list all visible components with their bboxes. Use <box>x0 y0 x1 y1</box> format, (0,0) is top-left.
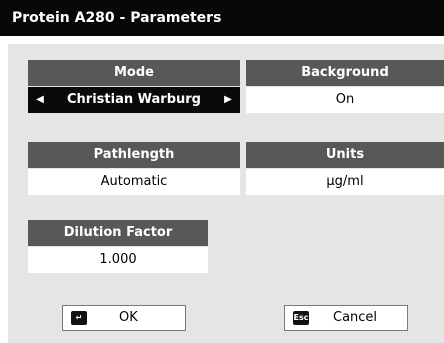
parameters-screen: Protein A280 - Parameters Mode ◀ Christi… <box>0 0 444 343</box>
dilution-factor-field[interactable]: Dilution Factor 1.000 <box>28 220 208 273</box>
units-label: Units <box>246 142 444 168</box>
arrow-left-icon[interactable]: ◀ <box>32 87 48 113</box>
mode-label: Mode <box>28 60 240 86</box>
units-field[interactable]: Units µg/ml <box>246 142 444 195</box>
ok-button-label: OK <box>119 310 138 325</box>
pathlength-value[interactable]: Automatic <box>28 169 240 195</box>
title-bar: Protein A280 - Parameters <box>0 0 444 36</box>
cancel-button-label: Cancel <box>333 310 378 325</box>
pathlength-label: Pathlength <box>28 142 240 168</box>
background-field[interactable]: Background On <box>246 60 444 113</box>
background-label: Background <box>246 60 444 86</box>
arrow-right-icon[interactable]: ▶ <box>220 87 236 113</box>
mode-selector[interactable]: ◀ Christian Warburg ▶ <box>28 87 240 113</box>
dilution-factor-value[interactable]: 1.000 <box>28 247 208 273</box>
window-title: Protein A280 - Parameters <box>12 10 222 26</box>
dilution-factor-label: Dilution Factor <box>28 220 208 246</box>
pathlength-field[interactable]: Pathlength Automatic <box>28 142 240 195</box>
parameters-panel: Mode ◀ Christian Warburg ▶ Background On… <box>8 44 444 343</box>
units-value[interactable]: µg/ml <box>246 169 444 195</box>
esc-key-icon: Esc <box>293 311 309 325</box>
mode-value: Christian Warburg <box>67 92 201 107</box>
enter-key-icon: ↵ <box>71 311 87 325</box>
cancel-button[interactable]: Esc Cancel <box>284 305 408 331</box>
background-value[interactable]: On <box>246 87 444 113</box>
mode-field[interactable]: Mode ◀ Christian Warburg ▶ <box>28 60 240 113</box>
ok-button[interactable]: ↵ OK <box>62 305 186 331</box>
